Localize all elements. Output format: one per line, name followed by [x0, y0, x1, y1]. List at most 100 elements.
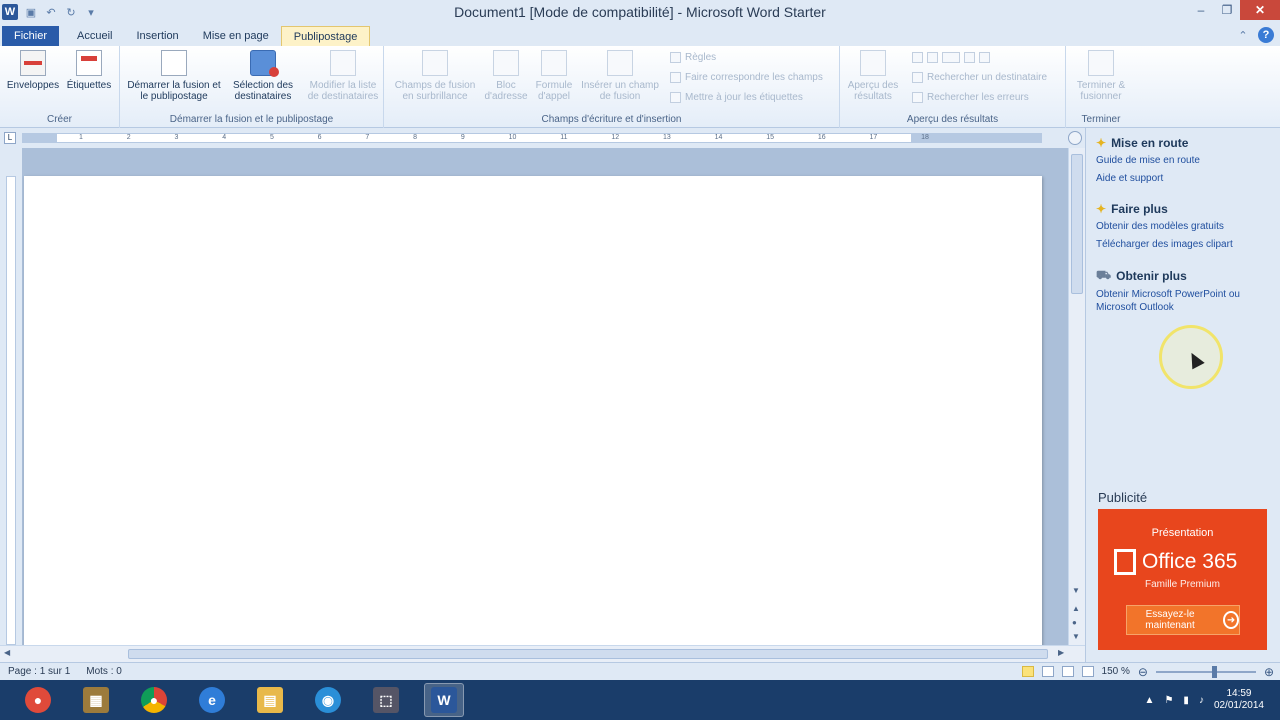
scroll-left-arrow[interactable]: ◀ [4, 648, 10, 657]
terminer-fusionner-button[interactable]: Terminer & fusionner [1070, 50, 1132, 102]
scroll-down-arrow[interactable]: ▼ [1072, 586, 1080, 595]
close-button[interactable]: ✕ [1240, 0, 1280, 20]
customize-icon[interactable]: ▾ [84, 5, 98, 19]
horizontal-scroll-thumb[interactable] [128, 649, 1048, 659]
print-layout-view-button[interactable] [1021, 666, 1034, 677]
zoom-level[interactable]: 150 % [1102, 666, 1130, 677]
selection-destinataires-label: Sélection des destinataires [232, 80, 294, 102]
maximize-button[interactable]: ❐ [1214, 0, 1240, 20]
ribbon: Enveloppes Étiquettes Créer Démarrer la … [0, 46, 1280, 128]
undo-icon[interactable]: ↶ [44, 5, 58, 19]
vertical-scroll-thumb[interactable] [1071, 154, 1083, 294]
save-icon[interactable]: ▣ [24, 5, 38, 19]
word-taskbar-icon[interactable]: W [424, 683, 464, 717]
vertical-ruler-scale[interactable] [6, 176, 16, 645]
clock-time: 14:59 [1226, 688, 1252, 699]
rechercher-erreurs-button[interactable]: Rechercher les erreurs [912, 92, 1029, 103]
link-modeles[interactable]: Obtenir des modèles gratuits [1096, 220, 1276, 233]
previous-record-icon[interactable] [927, 52, 938, 63]
browse-object-icon[interactable]: ● [1072, 618, 1077, 627]
ruler-number: 7 [365, 134, 370, 141]
tab-publipostage[interactable]: Publipostage [280, 26, 371, 46]
help-icon[interactable]: ? [1258, 27, 1274, 43]
word-app-icon[interactable]: W [2, 4, 18, 20]
web-layout-view-button[interactable] [1061, 666, 1074, 677]
view-ruler-toggle[interactable] [1068, 131, 1082, 145]
window-title: Document1 [Mode de compatibilité] - Micr… [454, 4, 826, 20]
labels-icon [76, 50, 102, 76]
link-guide[interactable]: Guide de mise en route [1096, 154, 1276, 167]
vertical-scrollbar[interactable]: ▼ ▲ ● ▼ [1068, 148, 1085, 645]
previous-page-icon[interactable]: ▲ [1072, 604, 1080, 613]
tab-fichier[interactable]: Fichier [2, 26, 60, 46]
quick-access-toolbar: W ▣ ↶ ↻ ▾ [0, 0, 98, 24]
redo-icon[interactable]: ↻ [64, 5, 78, 19]
address-block-icon [493, 50, 519, 76]
demarrer-fusion-button[interactable]: Démarrer la fusion et le publipostage [126, 50, 222, 102]
office365-ad[interactable]: Présentation Office 365 Famille Premium … [1098, 509, 1267, 650]
rechercher-destinataire-button[interactable]: Rechercher un destinataire [912, 72, 1047, 83]
inserer-champ-button[interactable]: Insérer un champ de fusion [578, 50, 662, 102]
check-errors-icon [912, 92, 923, 103]
apercu-resultats-label: Aperçu des résultats [847, 80, 899, 102]
file-explorer-icon[interactable]: ▤ [250, 683, 290, 717]
network-icon[interactable]: ◉ [308, 683, 348, 717]
match-fields-icon [670, 72, 681, 83]
start-chrome-icon[interactable]: ● [18, 683, 58, 717]
start-merge-icon [161, 50, 187, 76]
formule-appel-button[interactable]: Formule d'appel [530, 50, 578, 102]
zoom-slider[interactable] [1155, 665, 1256, 678]
tab-selector[interactable]: L [4, 132, 16, 144]
network-status-icon[interactable]: ▮ [1183, 695, 1189, 706]
ruler-scale[interactable]: 1 2 3 4 5 6 7 8 9 10 11 12 13 14 15 16 17 18 [22, 133, 1042, 143]
record-number-field[interactable] [942, 52, 960, 63]
volume-icon[interactable]: ♪ [1199, 695, 1204, 706]
tab-accueil[interactable]: Accueil [65, 26, 124, 46]
tab-insertion[interactable]: Insertion [124, 26, 190, 46]
zoom-in-button[interactable]: ⊕ [1264, 665, 1274, 679]
next-record-icon[interactable] [964, 52, 975, 63]
correspondre-champs-button[interactable]: Faire correspondre les champs [670, 72, 823, 83]
apercu-resultats-button[interactable]: Aperçu des résultats [842, 50, 904, 102]
minimize-button[interactable]: – [1188, 0, 1214, 20]
tray-expand-icon[interactable]: ▲ [1145, 695, 1155, 706]
terminer-fusionner-label: Terminer & fusionner [1076, 80, 1126, 102]
section-obtenir-plus: ⛟ Obtenir plus Obtenir Microsoft PowerPoi… [1096, 268, 1276, 319]
champs-surbrillance-button[interactable]: Champs de fusion en surbrillance [388, 50, 482, 102]
selection-destinataires-button[interactable]: Sélection des destinataires [224, 50, 302, 102]
ruler-number: 13 [662, 134, 671, 141]
next-page-icon[interactable]: ▼ [1072, 632, 1080, 641]
regles-button[interactable]: Règles [670, 52, 716, 63]
ad-presentation: Présentation [1151, 527, 1214, 539]
horizontal-scrollbar[interactable]: ◀ ▶ [0, 645, 1085, 662]
internet-explorer-icon[interactable]: e [192, 683, 232, 717]
cart-icon: ⛟ [1096, 268, 1112, 282]
ribbon-collapse-icon[interactable]: ⌃ [1236, 28, 1250, 42]
last-record-icon[interactable] [979, 52, 990, 63]
first-record-icon[interactable] [912, 52, 923, 63]
link-images[interactable]: Télécharger des images clipart [1096, 238, 1276, 251]
link-powerpoint-outlook[interactable]: Obtenir Microsoft PowerPoint ou Microsof… [1096, 288, 1276, 314]
draft-view-button[interactable] [1081, 666, 1094, 677]
bloc-adresse-button[interactable]: Bloc d'adresse [482, 50, 530, 102]
etiquettes-button[interactable]: Étiquettes [62, 50, 116, 91]
scroll-right-arrow[interactable]: ▶ [1058, 648, 1064, 657]
archive-icon[interactable]: ▦ [76, 683, 116, 717]
group-terminer: Terminer & fusionner Terminer [1066, 46, 1136, 128]
zoom-out-button[interactable]: ⊖ [1138, 665, 1148, 679]
try-now-button[interactable]: Essayez-le maintenant ➜ [1126, 605, 1240, 635]
chrome-icon[interactable]: ● [134, 683, 174, 717]
maj-etiquettes-button[interactable]: Mettre à jour les étiquettes [670, 92, 803, 103]
page-count[interactable]: Page : 1 sur 1 [0, 666, 78, 677]
enveloppes-button[interactable]: Enveloppes [6, 50, 60, 91]
link-aide[interactable]: Aide et support [1096, 172, 1276, 185]
clock[interactable]: 14:59 02/01/2014 [1214, 688, 1264, 712]
snipping-tool-icon[interactable]: ⬚ [366, 683, 406, 717]
document-page[interactable] [24, 176, 1042, 645]
full-screen-view-button[interactable] [1041, 666, 1054, 677]
word-count[interactable]: Mots : 0 [78, 666, 130, 677]
modifier-liste-button[interactable]: Modifier la liste de destinataires [304, 50, 382, 102]
tab-mise-en-page[interactable]: Mise en page [191, 26, 281, 46]
zoom-knob[interactable] [1211, 665, 1217, 678]
flag-icon[interactable]: ⚑ [1164, 695, 1173, 706]
